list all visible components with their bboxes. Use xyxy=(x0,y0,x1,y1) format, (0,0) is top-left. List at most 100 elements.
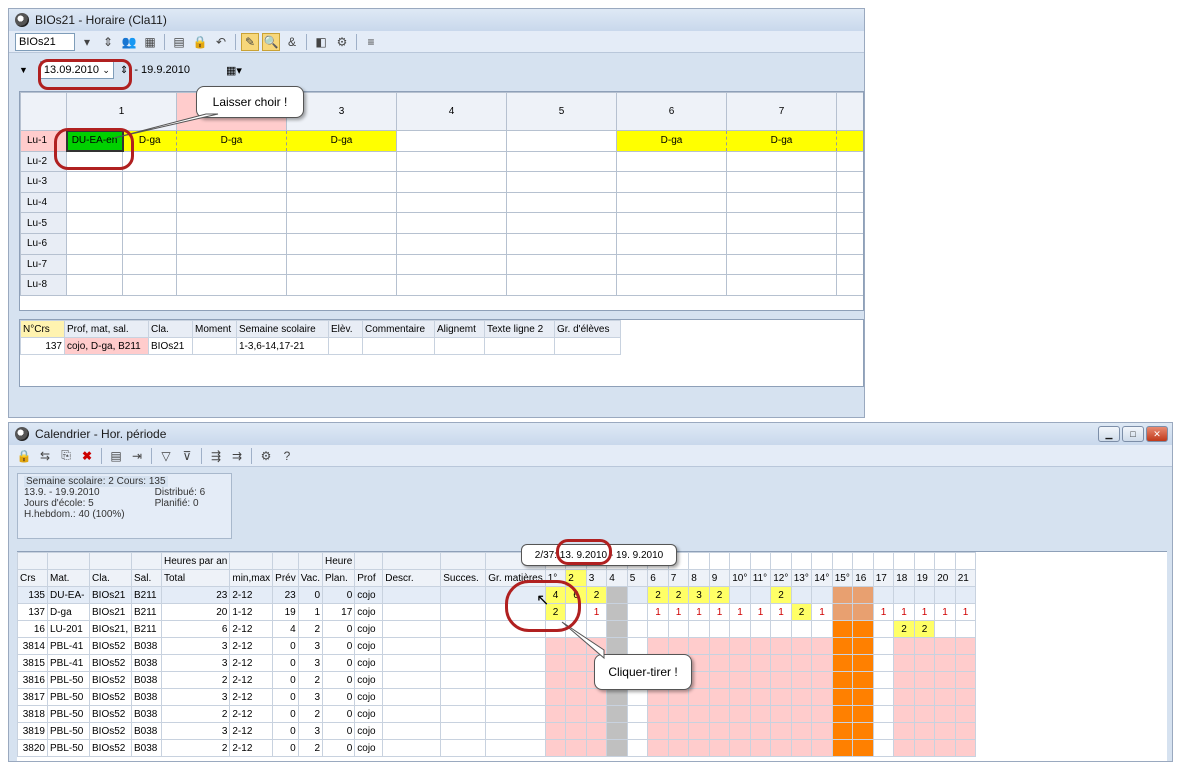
timetable-cell[interactable] xyxy=(836,130,863,152)
week-cell[interactable] xyxy=(544,688,567,706)
week-cell[interactable] xyxy=(811,705,833,723)
week-cell[interactable]: 1 xyxy=(770,603,792,621)
course-cell[interactable]: 2 xyxy=(297,739,324,757)
week-column-header[interactable]: 10° xyxy=(729,569,751,587)
week-cell[interactable] xyxy=(934,705,956,723)
timetable-cell[interactable] xyxy=(726,212,837,234)
week-cell[interactable] xyxy=(770,654,792,672)
help-icon[interactable]: ? xyxy=(278,447,296,465)
timetable-cell[interactable] xyxy=(506,150,617,173)
week-cell[interactable] xyxy=(872,637,895,655)
close-button[interactable]: ✕ xyxy=(1146,426,1168,442)
course-cell[interactable]: B038 xyxy=(131,722,162,740)
print-icon[interactable]: ▤ xyxy=(170,33,188,51)
week-cell[interactable]: 2 xyxy=(913,620,936,638)
course-cell[interactable]: 3 xyxy=(297,722,324,740)
week-cell[interactable] xyxy=(934,722,956,740)
week-cell[interactable] xyxy=(811,637,833,655)
detail-column-header[interactable]: Gr. d'élèves xyxy=(554,320,621,338)
course-cell[interactable] xyxy=(382,722,442,740)
course-cell[interactable]: 2-12 xyxy=(229,688,274,706)
course-cell[interactable] xyxy=(382,705,442,723)
week-column-header[interactable]: 12° xyxy=(770,569,792,587)
timetable-cell[interactable]: D-ga xyxy=(286,130,397,152)
timetable-cell[interactable] xyxy=(506,274,617,296)
week-column-header[interactable]: 17 xyxy=(872,569,895,587)
course-cell[interactable]: 2-12 xyxy=(229,637,274,655)
course-cell[interactable]: 6 xyxy=(160,620,231,638)
week-cell[interactable] xyxy=(831,603,854,621)
course-cell[interactable]: B038 xyxy=(131,739,162,757)
week-cell[interactable] xyxy=(913,722,936,740)
course-cell[interactable]: 3814 xyxy=(17,637,48,655)
week-cell[interactable] xyxy=(852,688,874,706)
detail-cell[interactable]: cojo, D-ga, B211 xyxy=(64,337,149,355)
class-combo[interactable]: BIOs21 xyxy=(15,32,75,51)
course-cell[interactable] xyxy=(382,603,442,621)
course-cell[interactable]: 137 xyxy=(17,603,48,621)
course-cell[interactable]: BIOs21, xyxy=(89,620,132,638)
period-header[interactable]: 6 xyxy=(616,92,727,131)
week-cell[interactable] xyxy=(606,586,628,604)
week-cell[interactable] xyxy=(729,637,751,655)
collapse-icon[interactable]: ▼ xyxy=(19,65,28,75)
week-column-header[interactable]: 5 xyxy=(626,569,649,587)
view-icon[interactable]: ◧ xyxy=(312,33,330,51)
course-cell[interactable] xyxy=(440,603,487,621)
course-cell[interactable] xyxy=(440,654,487,672)
course-cell[interactable]: 0 xyxy=(322,620,356,638)
week-cell[interactable] xyxy=(893,654,915,672)
menu-icon[interactable]: ≡ xyxy=(362,33,380,51)
timetable-cell[interactable] xyxy=(726,232,837,255)
week-column-header[interactable]: 16 xyxy=(852,569,874,587)
week-cell[interactable] xyxy=(831,671,854,689)
course-cell[interactable] xyxy=(485,654,546,672)
detail-column-header[interactable]: Cla. xyxy=(148,320,193,338)
calendar-titlebar[interactable]: Calendrier - Hor. période ▁ □ ✕ xyxy=(9,423,1172,445)
week-cell[interactable] xyxy=(872,705,895,723)
week-cell[interactable] xyxy=(831,688,854,706)
course-cell[interactable]: 3818 xyxy=(17,705,48,723)
course-cell[interactable]: PBL-50 xyxy=(47,722,90,740)
week-cell[interactable] xyxy=(770,637,792,655)
week-cell[interactable] xyxy=(688,620,710,638)
week-cell[interactable] xyxy=(606,603,628,621)
link-icon[interactable]: ⇆ xyxy=(36,447,54,465)
week-cell[interactable] xyxy=(954,620,977,638)
week-cell[interactable] xyxy=(893,637,915,655)
course-cell[interactable]: PBL-50 xyxy=(47,739,90,757)
import-icon[interactable]: ⇥ xyxy=(128,447,146,465)
calendar-column-header[interactable]: Prév xyxy=(272,569,299,587)
timetable-cell[interactable] xyxy=(396,191,507,214)
course-cell[interactable]: cojo xyxy=(354,722,384,740)
timetable-cell[interactable] xyxy=(506,232,617,255)
timetable-cell[interactable] xyxy=(286,150,397,173)
course-cell[interactable]: 3 xyxy=(160,688,231,706)
timetable-cell[interactable] xyxy=(726,274,837,296)
timetable-cell[interactable] xyxy=(176,253,287,276)
timetable-cell[interactable] xyxy=(396,150,507,173)
week-cell[interactable] xyxy=(606,688,628,706)
week-cell[interactable] xyxy=(770,671,792,689)
week-cell[interactable] xyxy=(934,671,956,689)
week-cell[interactable] xyxy=(790,654,813,672)
filter-clear-icon[interactable]: ⊽ xyxy=(178,447,196,465)
course-cell[interactable]: 0 xyxy=(297,586,324,604)
timetable-cell[interactable] xyxy=(66,191,123,214)
week-cell[interactable] xyxy=(606,739,628,757)
week-cell[interactable] xyxy=(893,722,915,740)
week-cell[interactable] xyxy=(626,586,649,604)
course-cell[interactable]: 2 xyxy=(297,671,324,689)
week-cell[interactable]: 1 xyxy=(811,603,833,621)
period-header[interactable]: 4 xyxy=(396,92,507,131)
week-column-header[interactable]: 11° xyxy=(749,569,772,587)
week-cell[interactable] xyxy=(729,654,751,672)
detail-column-header[interactable]: Semaine scolaire xyxy=(236,320,329,338)
course-cell[interactable]: B038 xyxy=(131,654,162,672)
course-cell[interactable] xyxy=(485,722,546,740)
detail-cell[interactable]: BIOs21 xyxy=(148,337,193,355)
timetable-cell[interactable] xyxy=(66,274,123,296)
week-cell[interactable] xyxy=(790,671,813,689)
week-cell[interactable] xyxy=(688,722,710,740)
week-cell[interactable] xyxy=(872,739,895,757)
